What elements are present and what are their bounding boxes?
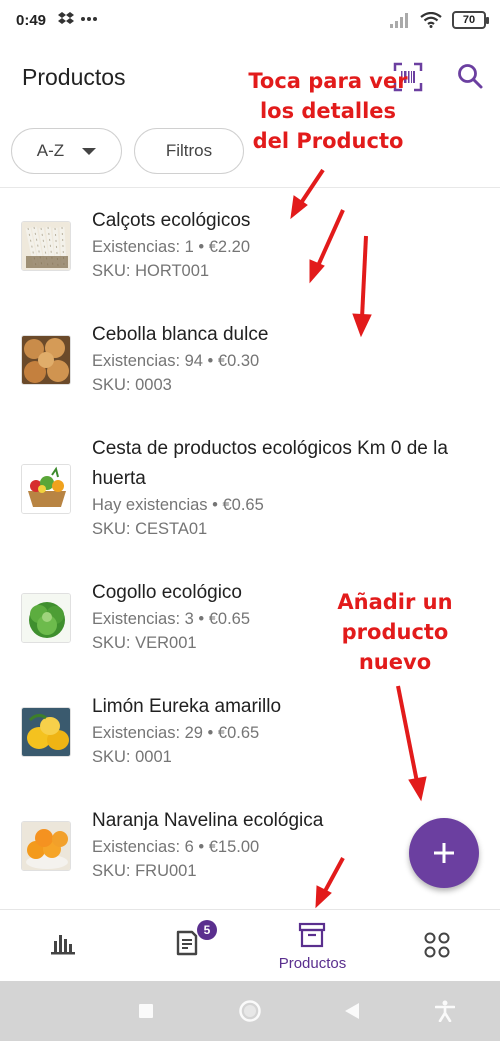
battery-icon: 70 [452,11,489,29]
dropbox-icon [58,12,74,24]
plus-icon [434,843,454,863]
product-item[interactable]: Cesta de productos ecológicos Km 0 de la… [0,430,500,554]
grid-icon [424,932,450,958]
receipt-icon [176,930,198,956]
product-sku: SKU: CESTA01 [92,520,208,538]
add-product-button[interactable] [409,818,479,888]
lettuce-image [21,593,71,643]
nav-more[interactable] [375,910,500,982]
status-time: 0:49 [16,12,47,29]
product-item[interactable]: Cebolla blanca dulce Existencias: 94 • €… [0,316,500,416]
product-stock: Existencias: 29 • €0.65 [92,724,260,742]
archive-box-icon [298,922,326,948]
product-stock: Existencias: 6 • €15.00 [92,838,260,856]
wifi-icon [420,12,442,28]
basket-image [21,464,71,514]
bottom-nav: 5 Productos [0,909,500,981]
product-name: Calçots ecológicos [92,210,251,231]
accessibility-icon[interactable] [435,1000,455,1022]
filters-button[interactable]: Filtros [134,128,244,174]
more-icon [81,17,97,21]
nav-products-label: Productos [278,955,347,972]
back-icon[interactable] [344,1002,360,1020]
product-stock: Existencias: 94 • €0.30 [92,352,260,370]
product-stock: Hay existencias • €0.65 [92,496,264,514]
product-item[interactable]: Calçots ecológicos Existencias: 1 • €2.2… [0,202,500,302]
annotation-add-new: Añadir un producto nuevo [337,590,453,674]
product-name: Cebolla blanca dulce [92,324,269,345]
product-sku: SKU: HORT001 [92,262,210,280]
bar-chart-icon [51,935,75,955]
product-stock: Existencias: 3 • €0.65 [92,610,251,628]
sort-dropdown[interactable]: A-Z [11,128,122,174]
nav-products[interactable]: Productos [250,910,375,982]
nav-dashboard[interactable] [0,910,125,982]
product-name: Limón Eureka amarillo [92,696,282,717]
product-stock: Existencias: 1 • €2.20 [92,238,251,256]
annotation-details: Toca para ver los detalles del Producto [248,69,408,153]
calcots-image [21,221,71,271]
product-sku: SKU: 0003 [92,376,172,394]
status-bar: 0:49 70 [0,0,500,42]
product-sku: SKU: FRU001 [92,862,197,880]
product-item[interactable]: Limón Eureka amarillo Existencias: 29 • … [0,688,500,788]
onions-image [21,335,71,385]
search-icon[interactable] [456,62,484,90]
chevron-down-icon [82,147,97,155]
system-nav-bar [0,981,500,1041]
filters-label: Filtros [165,141,213,160]
lemons-image [21,707,71,757]
nav-orders[interactable]: 5 [125,910,250,982]
product-sku: SKU: 0001 [92,748,172,766]
oranges-image [21,821,71,871]
home-icon[interactable] [238,999,262,1023]
recents-icon[interactable] [138,1003,154,1019]
sort-label: A-Z [36,141,65,160]
page-title: Productos [22,64,126,90]
orders-badge: 5 [197,920,217,940]
product-sku: SKU: VER001 [92,634,197,652]
signal-icon [390,13,408,28]
product-name: Cesta de productos ecológicos Km 0 de la… [92,438,448,489]
